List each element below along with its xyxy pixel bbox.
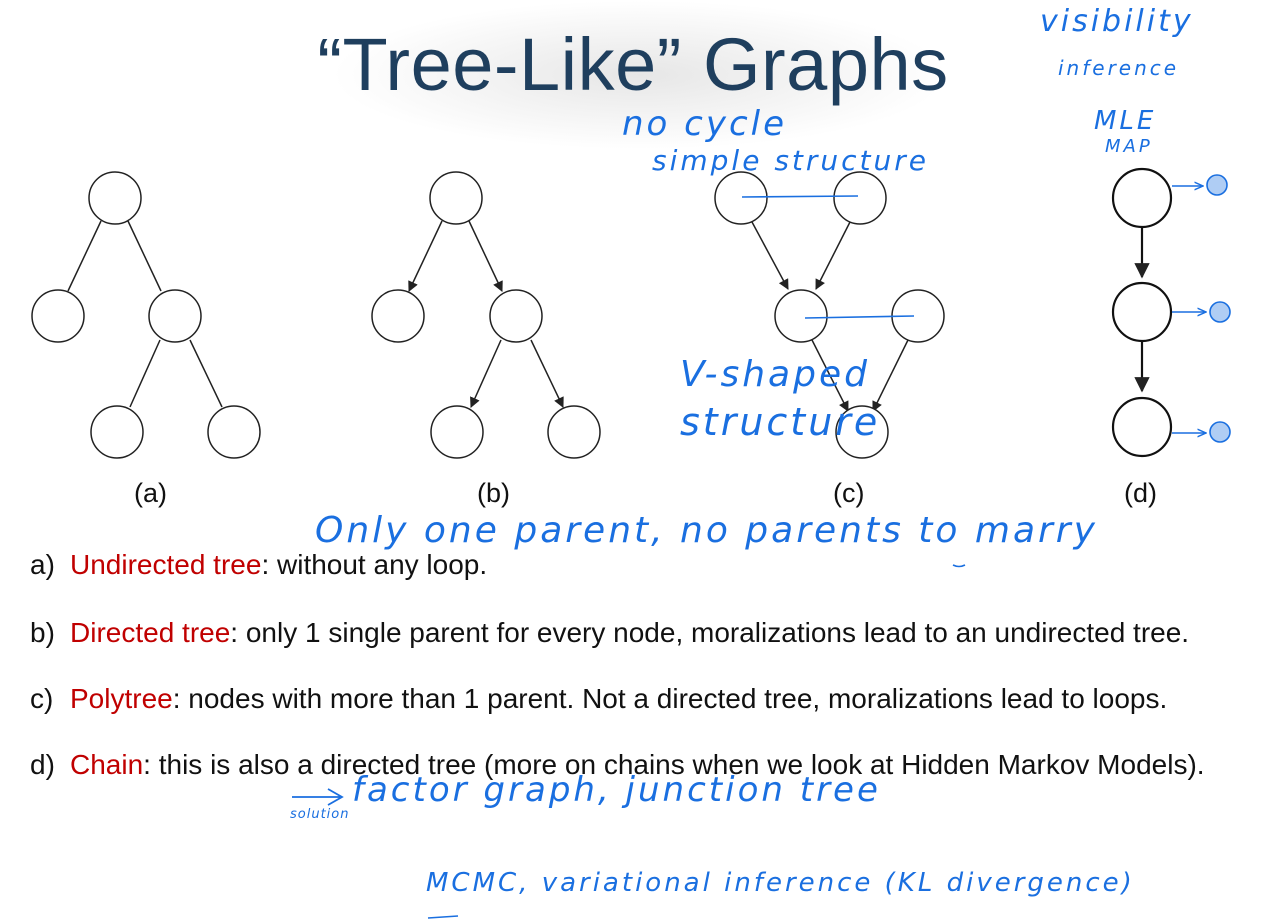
node-a-right-left [90,405,144,459]
ink-observed-d2 [1209,301,1231,323]
bullet-text: : nodes with more than 1 parent. Not a d… [172,683,1168,714]
node-c-top-left [714,171,768,225]
node-a-right [148,289,202,343]
note-factor-graph: factor graph, junction tree [352,770,881,810]
ink-moral-edge-top [741,195,859,198]
ink-observed-d1 [1206,174,1228,196]
bullet-marker: b) [30,617,55,648]
note-only-one-parent: Only one parent, no parents to marry [315,510,1098,551]
term-directed-tree: Directed tree [70,617,231,648]
node-b-right-right [547,405,601,459]
node-b-root [429,171,483,225]
bullet-text: : only 1 single parent for every node, m… [230,617,1190,648]
term-undirected-tree: Undirected tree [70,549,262,580]
caption-c: (c) [833,478,865,508]
caption-d: (d) [1124,478,1157,508]
term-chain: Chain [70,749,144,780]
bullet-marker: c) [30,683,54,714]
node-d-2 [1111,281,1173,343]
graph-b-directed-tree [371,171,601,459]
bullet-text: : without any loop. [261,549,488,580]
bullet-list: a) Undirected tree: without any loop. b)… [30,546,1250,784]
note-no-cycle: no cycle [622,104,788,144]
note-solution: solution [290,807,350,822]
bullet-a: a) Undirected tree: without any loop. [30,546,1250,584]
term-polytree: Polytree [70,683,173,714]
bullet-c: c) Polytree: nodes with more than 1 pare… [30,680,1250,718]
note-visibility: visibility [1040,4,1194,39]
note-v-shaped: V-shaped [680,354,870,395]
note-structure: structure [680,400,881,444]
node-b-right [489,289,543,343]
slide: “Tree-Like” Graphs (a) (b) (c) (d) a) Un… [0,0,1266,923]
bullet-b: b) Directed tree: only 1 single parent f… [30,614,1250,652]
ink-observed-d3 [1209,421,1231,443]
caption-b: (b) [477,478,510,508]
node-a-right-right [207,405,261,459]
node-c-middle [774,289,828,343]
node-b-left [371,289,425,343]
note-mcmc: MCMC, variational inference (KL divergen… [426,868,1135,898]
node-a-left [31,289,85,343]
bullet-marker: d) [30,749,55,780]
note-map: MAP [1105,136,1153,157]
bullet-marker: a) [30,549,55,580]
node-c-top-right [833,171,887,225]
node-d-3 [1111,396,1173,458]
graph-d-chain [1111,167,1173,458]
node-d-1 [1111,167,1173,229]
note-mle: MLE [1094,106,1157,136]
note-inference: inference [1058,56,1180,80]
node-b-right-left [430,405,484,459]
note-simple-structure: simple structure [652,144,930,177]
caption-a: (a) [134,478,167,508]
ink-solution-arrow [292,788,344,806]
graph-a-undirected-tree [31,171,261,459]
node-a-root [88,171,142,225]
ink-mcmc-underline [427,915,459,919]
